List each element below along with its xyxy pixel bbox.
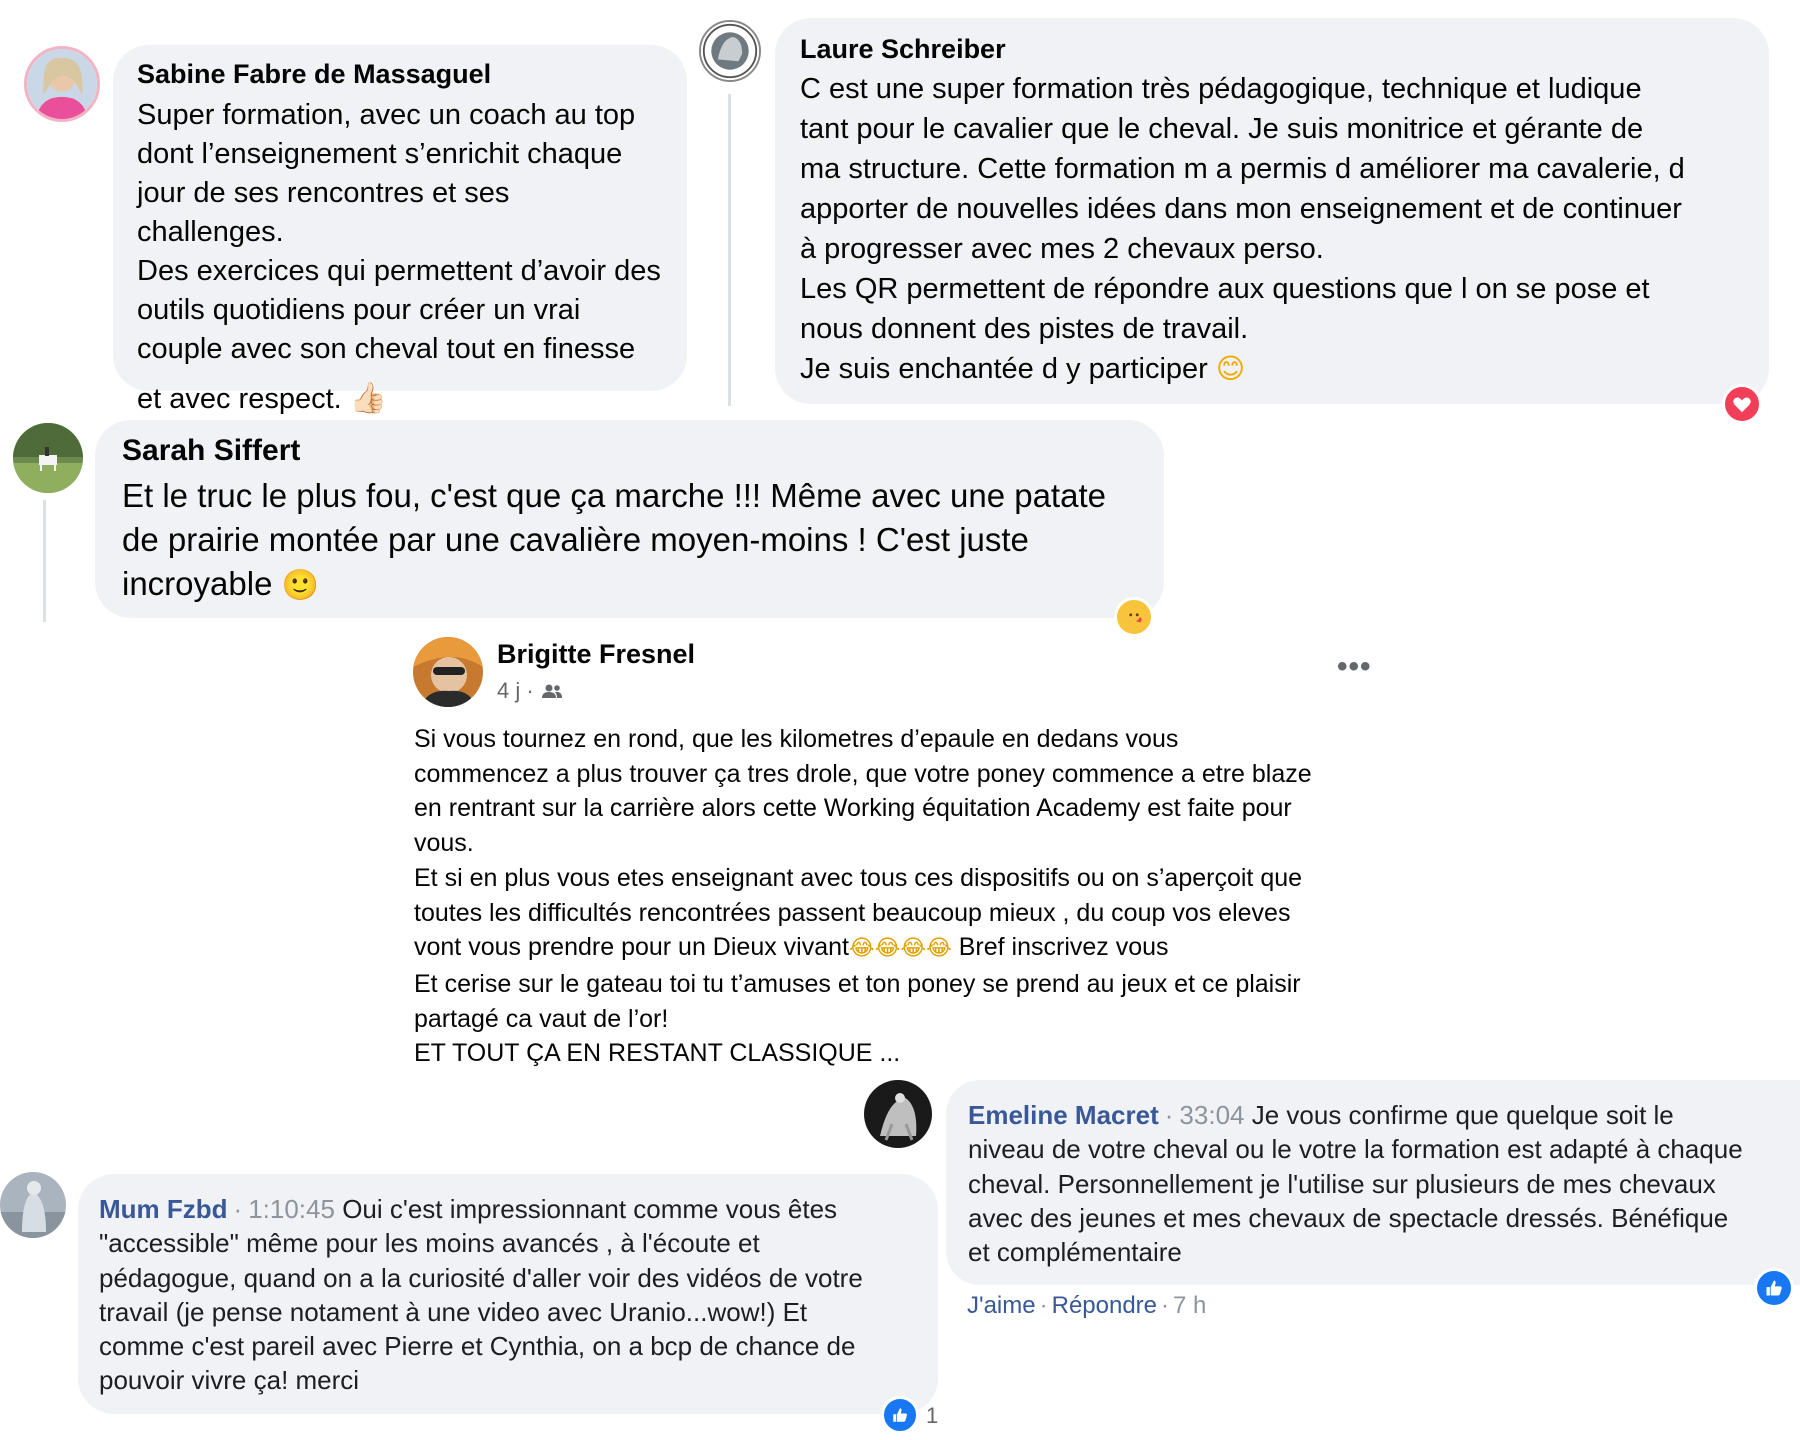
separator-dot: · (233, 1194, 243, 1224)
avatar-sarah[interactable] (13, 423, 83, 493)
avatar-image (413, 637, 483, 707)
separator-dot: · (1164, 1100, 1174, 1130)
comment-text: Oui c'est impressionnant comme vous êtes… (99, 1194, 863, 1396)
comment-bubble-emeline: Emeline Macret · 33:04 Je vous confirme qu… (946, 1080, 1800, 1285)
avatar-image (701, 22, 759, 80)
heart-reaction-icon[interactable] (1722, 384, 1762, 424)
comment-bubble-sarah: Sarah Siffert Et le truc le plus fou, c'… (95, 420, 1164, 618)
comment-author[interactable]: Sabine Fabre de Massaguel (137, 59, 663, 90)
comment-author[interactable]: Mum Fzbd (99, 1194, 228, 1224)
thread-line (43, 500, 46, 622)
like-reaction-icon[interactable] (881, 1396, 919, 1434)
post-body: Si vous tournez en rond, que les kilomet… (414, 722, 1394, 1071)
laughing-emojis: 😂😂😂😂 (848, 936, 952, 962)
slight-smile-emoji: 🙂 (281, 568, 319, 603)
like-link[interactable]: J'aime (967, 1292, 1036, 1319)
comment-text-last-line: et avec respect. (137, 383, 342, 415)
separator-dot: · (1039, 1292, 1048, 1319)
avatar-image (13, 423, 83, 493)
comment-author[interactable]: Laure Schreiber (800, 34, 1745, 65)
thumbs-up-emoji: 👍🏻 (349, 381, 388, 416)
friends-icon (541, 684, 562, 698)
thumbs-up-icon (1766, 1280, 1782, 1296)
avatar-laure[interactable] (699, 20, 761, 82)
avatar-image (0, 1172, 66, 1238)
reaction-count[interactable]: 1 (926, 1403, 938, 1429)
comment-bubble-sabine: Sabine Fabre de Massaguel Super formatio… (113, 45, 687, 416)
comment-text-content: C est une super formation très pédagogiq… (800, 73, 1685, 385)
comment-actions: J'aime · Répondre · 7 h (967, 1292, 1206, 1320)
care-icon (1123, 606, 1145, 628)
post-text: Si vous tournez en rond, que les kilomet… (414, 725, 1312, 962)
comment-text: Et le truc le plus fou, c'est que ça mar… (122, 474, 1139, 608)
avatar-image (864, 1080, 932, 1148)
thumbs-up-icon (893, 1408, 907, 1422)
heart-icon (1733, 397, 1751, 413)
comment-text: Super formation, avec un coach au top do… (137, 99, 661, 365)
post-time[interactable]: 4 j · (497, 678, 534, 704)
video-timestamp[interactable]: 33:04 (1179, 1100, 1244, 1130)
comment-content: Mum Fzbd · 1:10:45 Oui c'est impressionnan… (99, 1192, 938, 1398)
video-timestamp[interactable]: 1:10:45 (248, 1194, 335, 1224)
avatar-sabine[interactable] (24, 46, 100, 122)
comment-age[interactable]: 7 h (1173, 1292, 1206, 1319)
comment-text: C est une super formation très pédagogiq… (800, 69, 1745, 389)
post-meta: 4 j · (497, 678, 564, 704)
comment-content: Emeline Macret · 33:04 Je vous confirme qu… (968, 1098, 1800, 1269)
avatar-mum-fzbd[interactable] (0, 1172, 66, 1238)
comment-author[interactable]: Emeline Macret (968, 1100, 1159, 1130)
like-reaction-icon[interactable] (1754, 1268, 1794, 1308)
more-options-button[interactable]: ••• (1337, 650, 1372, 684)
smiling-emoji: 😊 (1215, 352, 1246, 385)
post-author[interactable]: Brigitte Fresnel (497, 639, 695, 670)
avatar-image (27, 49, 97, 119)
separator-dot: · (1161, 1292, 1170, 1319)
care-reaction-icon[interactable] (1114, 597, 1154, 637)
reply-link[interactable]: Répondre (1052, 1292, 1157, 1319)
comment-text-content: Et le truc le plus fou, c'est que ça mar… (122, 477, 1106, 602)
avatar-brigitte[interactable] (413, 637, 483, 707)
thread-line (728, 94, 731, 406)
comment-bubble-laure: Laure Schreiber C est une super formatio… (775, 18, 1769, 404)
avatar-emeline[interactable] (864, 1080, 932, 1148)
comment-bubble-mum-fzbd: Mum Fzbd · 1:10:45 Oui c'est impressionnan… (78, 1174, 938, 1414)
comment-author[interactable]: Sarah Siffert (122, 434, 1139, 468)
